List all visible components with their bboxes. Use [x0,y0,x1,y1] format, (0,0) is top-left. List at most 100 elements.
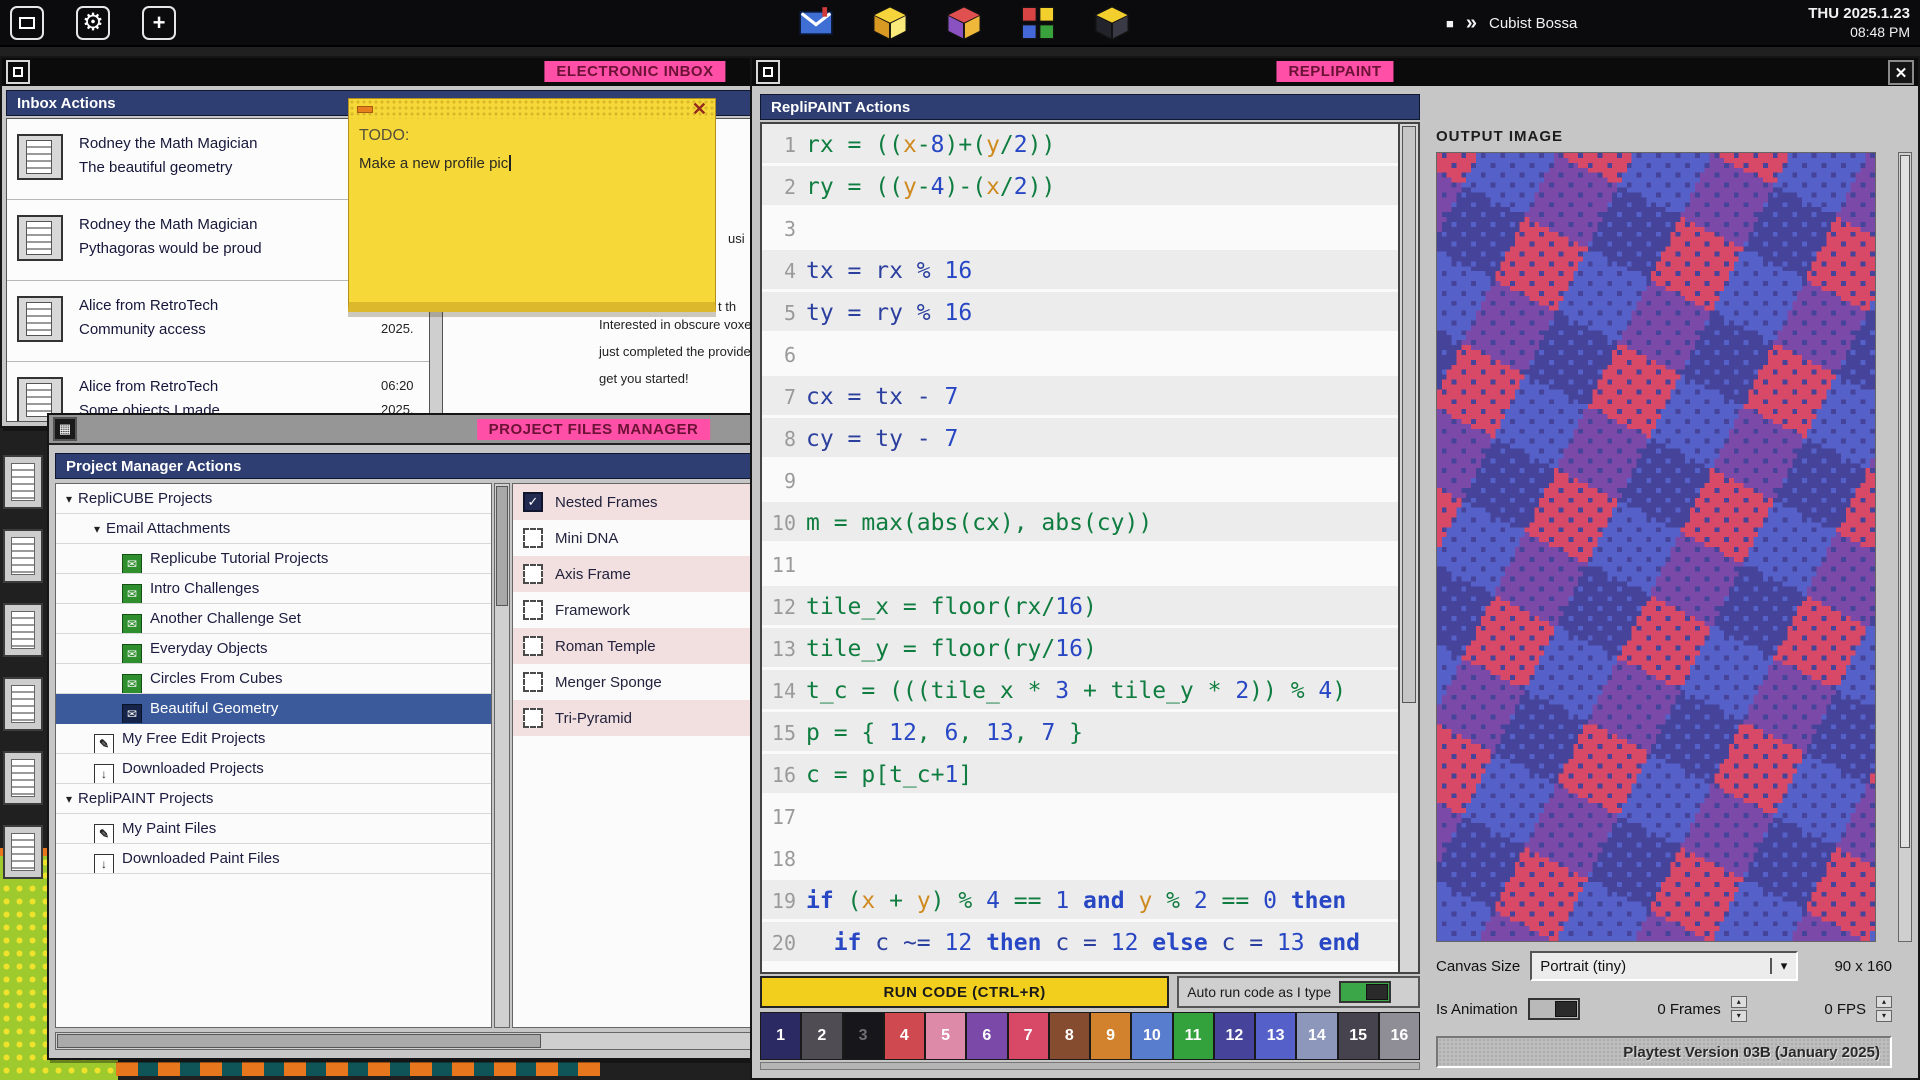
replicube-app-icon[interactable] [870,3,910,43]
code-line[interactable]: 5ty = ry % 16 [762,292,1398,334]
palette-color-1[interactable]: 1 [760,1012,801,1060]
code-line[interactable]: 20 if c ~= 12 then c = 12 else c = 13 en… [762,922,1398,964]
stepper-up-icon[interactable]: ▴ [1876,996,1892,1008]
code-line[interactable]: 13tile_y = floor(ry/16) [762,628,1398,670]
code-line[interactable]: 3 [762,208,1398,250]
mail-app-icon[interactable] [796,3,836,43]
stop-icon[interactable]: ■ [1446,16,1454,31]
code-line[interactable]: 4tx = rx % 16 [762,250,1398,292]
code-horizontal-scrollbar[interactable] [760,1062,1420,1070]
palette-color-4[interactable]: 4 [884,1012,925,1060]
palette-color-2[interactable]: 2 [801,1012,842,1060]
desktop-file-icon[interactable] [3,603,43,657]
palette-color-10[interactable]: 10 [1131,1012,1172,1060]
tree-item[interactable]: ✎My Paint Files [56,814,491,844]
tree-item[interactable]: ✉Replicube Tutorial Projects [56,544,491,574]
code-line[interactable]: 15p = { 12, 6, 13, 7 } [762,712,1398,754]
checkbox[interactable] [523,564,543,584]
desktop-file-icon[interactable] [3,455,43,509]
tree-item[interactable]: ✉Everyday Objects [56,634,491,664]
palette-color-6[interactable]: 6 [966,1012,1007,1060]
tree-item[interactable]: ✉Intro Challenges [56,574,491,604]
palette-color-9[interactable]: 9 [1090,1012,1131,1060]
settings-button[interactable]: ⚙ [76,6,110,40]
replipaint-actions-bar[interactable]: RepliPAINT Actions [760,94,1420,120]
sticky-note-text[interactable]: Make a new profile pic [359,155,511,172]
tree-item[interactable]: ↓Downloaded Paint Files [56,844,491,874]
code-line[interactable]: 7cx = tx - 7 [762,376,1398,418]
code-line[interactable]: 19if (x + y) % 4 == 1 and y % 2 == 0 the… [762,880,1398,922]
code-line[interactable]: 8cy = ty - 7 [762,418,1398,460]
is-animation-toggle[interactable] [1528,998,1580,1020]
code-line[interactable]: 1rx = ((x-8)+(y/2)) [762,124,1398,166]
code-line[interactable]: 12tile_x = floor(rx/16) [762,586,1398,628]
checkbox[interactable]: ✓ [523,492,543,512]
auto-run-toggle[interactable] [1339,981,1391,1003]
color-palette-app-icon[interactable] [1018,3,1058,43]
tree-item[interactable]: ▾RepliCUBE Projects [56,484,491,514]
code-line[interactable]: 16c = p[t_c+1] [762,754,1398,796]
window-menu-icon[interactable] [756,60,780,84]
checkbox[interactable] [523,636,543,656]
palette-color-16[interactable]: 16 [1379,1012,1420,1060]
display-window-button[interactable] [10,6,44,40]
tree-item[interactable]: ✉Beautiful Geometry [56,694,491,724]
checkbox[interactable] [523,708,543,728]
scrollbar-thumb[interactable] [1900,155,1910,848]
scrollbar-thumb[interactable] [1402,126,1416,703]
palette-color-15[interactable]: 15 [1338,1012,1379,1060]
checkbox[interactable] [523,672,543,692]
sticky-note[interactable]: ✕ TODO: Make a new profile pic [348,98,716,312]
code-line[interactable]: 14t_c = (((tile_x * 3 + tile_y * 2)) % 4… [762,670,1398,712]
checkbox[interactable] [523,600,543,620]
tree-item[interactable]: ▾Email Attachments [56,514,491,544]
checkbox[interactable] [523,528,543,548]
run-code-button[interactable]: RUN CODE (CTRL+R) [760,976,1169,1008]
code-line[interactable]: 21 [762,964,1398,972]
replipaint-titlebar[interactable]: REPLIPAINT ✕ [752,58,1918,86]
code-line[interactable]: 6 [762,334,1398,376]
desktop-file-icon[interactable] [3,677,43,731]
new-window-button[interactable]: + [142,6,176,40]
skip-icon[interactable]: » [1466,12,1477,35]
palette-color-12[interactable]: 12 [1214,1012,1255,1060]
tree-item[interactable]: ✉Circles From Cubes [56,664,491,694]
palette-color-11[interactable]: 11 [1173,1012,1214,1060]
sticky-note-drag-handle[interactable]: ✕ [349,99,715,119]
desktop-file-icon[interactable] [3,825,43,879]
code-editor[interactable]: 1rx = ((x-8)+(y/2))2ry = ((y-4)-(x/2))34… [760,122,1420,974]
close-button[interactable]: ✕ [1888,60,1914,85]
palette-color-14[interactable]: 14 [1296,1012,1337,1060]
code-line[interactable]: 18 [762,838,1398,880]
tree-item[interactable]: ▾RepliPAINT Projects [56,784,491,814]
paint-cube-app-icon[interactable] [944,3,984,43]
voxel-app-icon[interactable] [1092,3,1132,43]
stepper-down-icon[interactable]: ▾ [1731,1010,1747,1022]
tree-item[interactable]: ✉Another Challenge Set [56,604,491,634]
stepper-up-icon[interactable]: ▴ [1731,996,1747,1008]
palette-color-7[interactable]: 7 [1008,1012,1049,1060]
minimize-icon[interactable] [357,106,373,113]
stepper-down-icon[interactable]: ▾ [1876,1010,1892,1022]
desktop-file-icon[interactable] [3,529,43,583]
code-line[interactable]: 11 [762,544,1398,586]
code-line[interactable]: 9 [762,460,1398,502]
code-line[interactable]: 17 [762,796,1398,838]
code-line[interactable]: 10m = max(abs(cx), abs(cy)) [762,502,1398,544]
close-icon[interactable]: ✕ [692,99,707,120]
desktop-file-icon[interactable] [3,751,43,805]
output-scrollbar[interactable] [1898,152,1912,942]
canvas-size-dropdown[interactable]: Portrait (tiny) ▾ [1530,951,1798,981]
tree-item[interactable]: ↓Downloaded Projects [56,754,491,784]
tree-scrollbar[interactable] [494,483,510,1028]
palette-color-3[interactable]: 3 [843,1012,884,1060]
palette-color-13[interactable]: 13 [1255,1012,1296,1060]
code-scrollbar[interactable] [1398,124,1418,972]
window-menu-icon[interactable]: ▦ [53,417,77,441]
tree-item[interactable]: ✎My Free Edit Projects [56,724,491,754]
scrollbar-thumb[interactable] [496,486,508,606]
scrollbar-thumb[interactable] [57,1034,541,1048]
code-line[interactable]: 2ry = ((y-4)-(x/2)) [762,166,1398,208]
palette-color-5[interactable]: 5 [925,1012,966,1060]
palette-color-8[interactable]: 8 [1049,1012,1090,1060]
